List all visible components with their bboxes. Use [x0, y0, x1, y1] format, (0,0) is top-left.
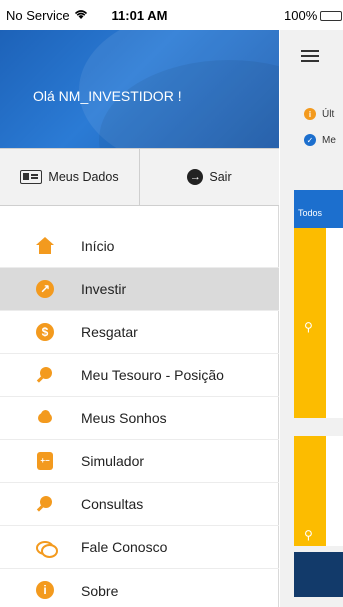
- notice-second: ✓ Me: [304, 134, 336, 146]
- menu-item-inicio[interactable]: Início: [0, 225, 279, 268]
- menu-item-meus-sonhos[interactable]: Meus Sonhos: [0, 397, 279, 440]
- dollar-icon: $: [36, 323, 54, 341]
- navigation-drawer: Olá NM_INVESTIDOR ! Meus Dados → Sair In…: [0, 0, 279, 607]
- bottom-banner[interactable]: [294, 552, 343, 597]
- battery-percent: 100%: [284, 8, 318, 23]
- sair-button[interactable]: → Sair: [139, 149, 279, 205]
- menu-hamburger-icon[interactable]: [301, 50, 319, 63]
- menu-item-resgatar[interactable]: $ Resgatar: [0, 311, 279, 354]
- menu-item-fale-conosco[interactable]: Fale Conosco: [0, 526, 279, 569]
- notice-last-update: i Últ: [304, 108, 334, 120]
- search-icon: [36, 495, 54, 513]
- clock: 11:01 AM: [111, 8, 168, 23]
- chat-icon: [36, 538, 58, 558]
- id-card-icon: [20, 170, 43, 184]
- home-icon: [36, 237, 54, 255]
- menu-item-simulador[interactable]: +− Simulador: [0, 440, 279, 483]
- magnifier-coin-icon: [36, 366, 54, 384]
- product-card[interactable]: ⚲: [294, 436, 343, 546]
- exit-icon: →: [187, 169, 204, 185]
- menu-item-sobre[interactable]: i Sobre: [0, 569, 279, 607]
- cloud-icon: [36, 409, 54, 427]
- info-icon: i: [36, 581, 54, 599]
- meus-dados-button[interactable]: Meus Dados: [0, 149, 139, 205]
- calculator-icon: +−: [36, 452, 54, 470]
- drawer-menu: Início ↗ Investir $ Resgatar Meu Tesouro…: [0, 225, 279, 607]
- menu-item-investir[interactable]: ↗ Investir: [0, 268, 279, 311]
- status-bar: No Service 11:01 AM 100%: [0, 0, 343, 30]
- search-icon: ⚲: [304, 320, 313, 334]
- investir-icon: ↗: [36, 280, 54, 298]
- drawer-header: Olá NM_INVESTIDOR !: [0, 30, 279, 148]
- menu-item-meu-tesouro[interactable]: Meu Tesouro - Posição: [0, 354, 279, 397]
- check-icon: ✓: [304, 134, 316, 146]
- drawer-action-row: Meus Dados → Sair: [0, 148, 279, 206]
- battery-icon: [320, 10, 343, 21]
- main-content-panel: i Últ ✓ Me Todos ⚲ ⚲: [280, 30, 343, 607]
- search-icon: ⚲: [304, 528, 313, 542]
- product-card[interactable]: ⚲: [294, 228, 343, 418]
- info-icon: i: [304, 108, 316, 120]
- menu-item-consultas[interactable]: Consultas: [0, 483, 279, 526]
- user-greeting: Olá NM_INVESTIDOR !: [33, 88, 182, 104]
